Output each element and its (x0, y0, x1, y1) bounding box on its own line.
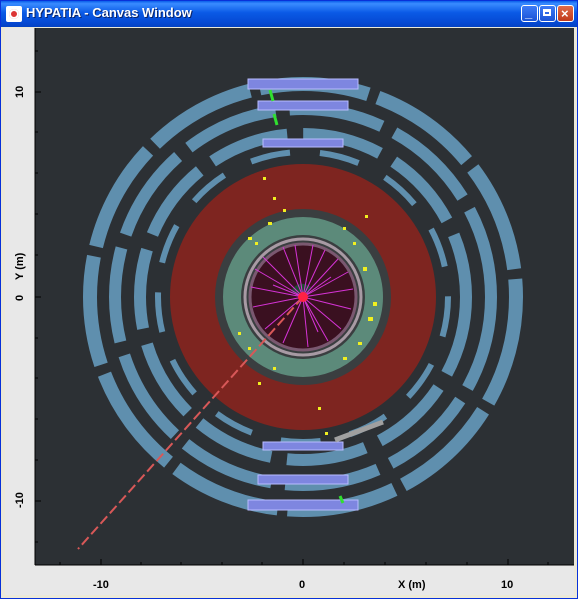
y-tick-label: 10 (14, 86, 26, 98)
title-bar[interactable]: HYPATIA - Canvas Window _ × (1, 1, 577, 27)
maximize-icon (543, 9, 551, 16)
close-button[interactable]: × (557, 5, 574, 22)
y-tick-label: 0 (14, 295, 26, 301)
app-icon (6, 6, 22, 22)
hypatia-canvas-window: HYPATIA - Canvas Window _ × 10 0 -10 Y (… (0, 0, 578, 599)
primary-vertex (298, 292, 308, 302)
window-title: HYPATIA - Canvas Window (26, 5, 192, 20)
event-display-canvas[interactable]: 10 0 -10 Y (m) -10 0 10 X (m) (5, 28, 574, 595)
minimize-button[interactable]: _ (521, 5, 538, 22)
x-axis-title: X (m) (398, 579, 426, 591)
x-tick-label: 0 (299, 579, 305, 591)
close-icon: × (561, 6, 569, 21)
minimize-icon: _ (525, 5, 533, 20)
event-display-svg[interactable]: 10 0 -10 Y (m) -10 0 10 X (m) (5, 28, 574, 595)
maximize-button[interactable] (539, 5, 556, 22)
x-tick-label: -10 (93, 579, 109, 591)
y-tick-label: -10 (14, 492, 26, 508)
x-tick-label: 10 (501, 579, 513, 591)
y-axis-title: Y (m) (14, 252, 26, 280)
